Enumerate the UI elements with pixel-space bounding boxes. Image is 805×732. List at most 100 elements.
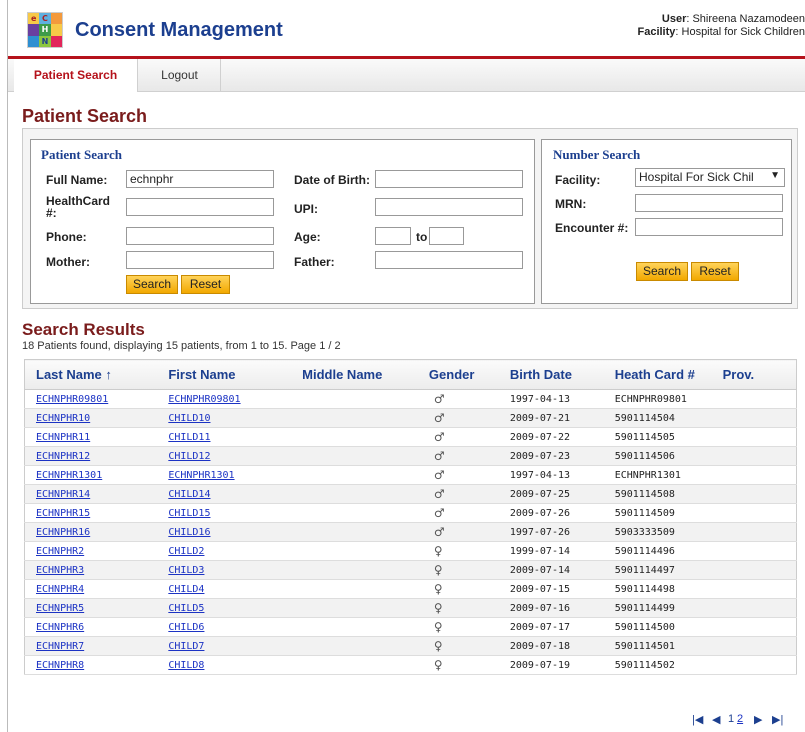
first-name-cell: ECHNPHR1301 — [157, 465, 292, 485]
birth-date-cell: 2009-07-23 — [509, 450, 571, 462]
first-name-link[interactable]: CHILD3 — [168, 565, 204, 576]
healthcard-input[interactable] — [126, 198, 274, 216]
tab-logout[interactable]: Logout — [139, 59, 221, 92]
first-name-link[interactable]: CHILD6 — [168, 622, 204, 633]
province-cell — [711, 446, 797, 466]
mrn-input[interactable] — [635, 194, 783, 212]
middle-name-cell — [291, 389, 418, 409]
upi-input[interactable] — [375, 198, 523, 216]
last-name-link[interactable]: ECHNPHR14 — [36, 489, 90, 500]
first-name-cell: CHILD12 — [157, 446, 292, 466]
last-name-link[interactable]: ECHNPHR15 — [36, 508, 90, 519]
last-name-cell: ECHNPHR7 — [24, 636, 158, 656]
health-card-cell: 5901114500 — [614, 621, 675, 633]
gender-icon: ♀ — [433, 563, 443, 577]
last-name-link[interactable]: ECHNPHR09801 — [36, 394, 108, 405]
healthcard-label: HealthCard #: — [46, 194, 111, 220]
last-name-link[interactable]: ECHNPHR2 — [36, 546, 84, 557]
province-cell — [711, 503, 797, 523]
last-name-link[interactable]: ECHNPHR12 — [36, 451, 90, 462]
first-name-link[interactable]: CHILD5 — [168, 603, 204, 614]
first-name-link[interactable]: CHILD15 — [168, 508, 210, 519]
first-name-link[interactable]: CHILD8 — [168, 660, 204, 671]
age-from-input[interactable] — [375, 227, 411, 245]
birth-date-cell: 2009-07-22 — [509, 431, 571, 443]
app-logo: e C H N — [27, 12, 63, 48]
birth-date-cell: 2009-07-25 — [498, 484, 604, 504]
birth-date-cell: 2009-07-26 — [509, 507, 571, 519]
first-page-icon[interactable]: |◀ — [692, 713, 703, 726]
last-name-link[interactable]: ECHNPHR3 — [36, 565, 84, 576]
last-page-icon[interactable]: ▶| — [772, 713, 783, 726]
col-gender[interactable]: Gender — [417, 359, 499, 390]
middle-name-cell — [291, 465, 418, 485]
last-name-cell: ECHNPHR2 — [24, 541, 158, 561]
dob-input[interactable] — [375, 170, 523, 188]
facility-name: : Hospital for Sick Children — [675, 26, 805, 38]
phone-input[interactable] — [126, 227, 274, 245]
age-to-input[interactable] — [429, 227, 464, 245]
full-name-label: Full Name: — [46, 173, 108, 187]
first-name-link[interactable]: CHILD2 — [168, 546, 204, 557]
gender-icon: ♀ — [433, 544, 443, 558]
last-name-link[interactable]: ECHNPHR10 — [36, 413, 90, 424]
last-name-link[interactable]: ECHNPHR6 — [36, 622, 84, 633]
last-name-link[interactable]: ECHNPHR8 — [36, 660, 84, 671]
first-name-link[interactable]: ECHNPHR1301 — [168, 470, 234, 481]
first-name-cell: CHILD15 — [157, 503, 292, 523]
middle-name-cell — [291, 598, 418, 618]
number-reset-button[interactable]: Reset — [691, 262, 739, 281]
birth-date-cell: 2009-07-16 — [509, 602, 571, 614]
col-birth-date[interactable]: Birth Date — [498, 359, 604, 390]
header: e C H N Consent Management User: Shireen… — [8, 0, 805, 58]
middle-name-cell — [291, 427, 418, 447]
table-row: ECHNPHR16 CHILD16 ♂ 1997-07-26 5903333509 — [24, 522, 797, 542]
patient-reset-button[interactable]: Reset — [181, 275, 230, 294]
col-middle-name[interactable]: Middle Name — [291, 359, 418, 390]
health-card-cell: ECHNPHR1301 — [614, 469, 681, 481]
first-name-link[interactable]: CHILD10 — [168, 413, 210, 424]
col-province[interactable]: Prov. — [711, 359, 797, 390]
last-name-link[interactable]: ECHNPHR7 — [36, 641, 84, 652]
birth-date-cell: 1997-04-13 — [509, 469, 571, 481]
prev-page-icon[interactable]: ◀ — [712, 713, 720, 726]
gender-cell: ♂ — [417, 446, 499, 466]
next-page-icon[interactable]: ▶ — [754, 713, 762, 726]
health-card-cell: 5901114496 — [614, 545, 675, 557]
page-2-link[interactable]: 2 — [737, 713, 743, 725]
father-input[interactable] — [375, 251, 523, 269]
middle-name-cell — [291, 503, 418, 523]
full-name-input[interactable]: echnphr — [126, 170, 274, 188]
last-name-link[interactable]: ECHNPHR1301 — [36, 470, 102, 481]
table-row: ECHNPHR15 CHILD15 ♂ 2009-07-26 5901114509 — [24, 503, 797, 523]
last-name-cell: ECHNPHR6 — [24, 617, 158, 637]
table-row: ECHNPHR4 CHILD4 ♀ 2009-07-15 5901114498 — [24, 579, 797, 599]
first-name-link[interactable]: CHILD12 — [168, 451, 210, 462]
first-name-link[interactable]: CHILD16 — [168, 527, 210, 538]
health-card-cell: 5901114509 — [603, 503, 712, 523]
health-card-cell: 5901114498 — [614, 583, 675, 595]
birth-date-cell: 2009-07-16 — [498, 598, 604, 618]
patient-search-button[interactable]: Search — [126, 275, 178, 294]
first-name-link[interactable]: CHILD14 — [168, 489, 210, 500]
user-info: User: Shireena Nazamodeen Facility: Hosp… — [637, 13, 805, 39]
first-name-link[interactable]: CHILD4 — [168, 584, 204, 595]
last-name-link[interactable]: ECHNPHR11 — [36, 432, 90, 443]
last-name-link[interactable]: ECHNPHR16 — [36, 527, 90, 538]
col-first-name[interactable]: First Name — [157, 359, 292, 390]
first-name-link[interactable]: CHILD11 — [168, 432, 210, 443]
col-last-name[interactable]: Last Name ↑ — [24, 359, 158, 390]
last-name-link[interactable]: ECHNPHR5 — [36, 603, 84, 614]
facility-select[interactable]: Hospital For Sick Chil ▼ — [635, 168, 785, 187]
encounter-input[interactable] — [635, 218, 783, 236]
table-row: ECHNPHR7 CHILD7 ♀ 2009-07-18 5901114501 — [24, 636, 797, 656]
col-health-card[interactable]: Heath Card # — [603, 359, 712, 390]
number-search-button[interactable]: Search — [636, 262, 688, 281]
tab-patient-search[interactable]: Patient Search — [14, 59, 138, 92]
first-name-link[interactable]: CHILD7 — [168, 641, 204, 652]
mother-input[interactable] — [126, 251, 274, 269]
province-cell — [711, 522, 797, 542]
first-name-link[interactable]: ECHNPHR09801 — [168, 394, 240, 405]
last-name-link[interactable]: ECHNPHR4 — [36, 584, 84, 595]
health-card-cell: 5901114508 — [614, 488, 675, 500]
